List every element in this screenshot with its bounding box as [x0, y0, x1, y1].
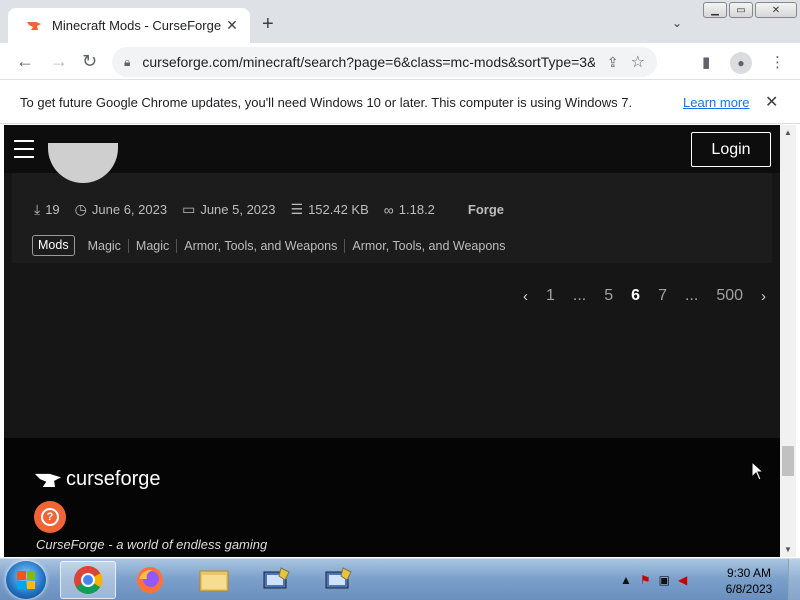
tag-item[interactable]: Magic [81, 238, 129, 253]
new-tab-button[interactable]: + [262, 14, 274, 34]
mod-meta-row: ⤓ 19 ◷ June 6, 2023 ▭ June 5, 2023 ☰ 152.42 … [34, 201, 504, 218]
learn-more-link[interactable]: Learn more [683, 95, 749, 110]
maximize-button[interactable]: ▭ [729, 2, 753, 18]
mod-card[interactable]: ⤓ 19 ◷ June 6, 2023 ▭ June 5, 2023 ☰ 152.42 … [12, 143, 772, 263]
site-header: Login [4, 125, 780, 173]
updated-date: June 6, 2023 [91, 202, 168, 217]
taskbar-firefox[interactable] [122, 561, 178, 599]
chrome-icon [74, 566, 103, 594]
show-desktop-button[interactable] [788, 559, 800, 600]
web-page: Login ⤓ 19 ◷ June 6, 2023 ▭ June 5, 2023 ☰ 1… [4, 125, 780, 557]
tag-item[interactable]: Armor, Tools, and Weapons [345, 239, 512, 253]
action-center-icon[interactable]: ⚑ [640, 573, 651, 587]
infobar-close-icon[interactable]: ✕ [765, 92, 778, 112]
site-footer: curseforge ? CurseForge - a world of end… [4, 438, 780, 557]
menu-kebab-icon[interactable]: ⋮ [770, 53, 785, 71]
footer-logo[interactable]: curseforge [34, 468, 161, 491]
page-link[interactable]: 7 [658, 287, 667, 305]
prev-page-icon[interactable]: ‹ [523, 288, 528, 305]
hamburger-menu-icon[interactable] [14, 140, 34, 158]
address-bar[interactable]: 🔒︎ curseforge.com/minecraft/search?page=… [112, 47, 657, 77]
volume-muted-icon[interactable]: ◀ [678, 573, 687, 587]
tab-strip: Minecraft Mods - CurseForge ✕ + ⌄ ▁ ▭ ✕ [0, 0, 800, 43]
windows-logo-icon [17, 571, 35, 589]
curseforge-anvil-icon [34, 473, 62, 487]
url-text[interactable]: curseforge.com/minecraft/search?page=6&c… [142, 54, 595, 70]
login-button[interactable]: Login [691, 132, 771, 167]
database-icon: ☰ [290, 201, 304, 217]
network-monitor-icon [325, 567, 352, 589]
tab-close-icon[interactable]: ✕ [224, 17, 240, 34]
network-icon[interactable]: ▣ [659, 573, 670, 587]
windows-taskbar: ▲ ⚑ ▣ ◀ 9:30 AM 6/8/2023 [0, 558, 800, 600]
browser-toolbar: ← → ↻ 🔒︎ curseforge.com/minecraft/search… [0, 43, 800, 80]
window-controls: ▁ ▭ ✕ [703, 2, 797, 18]
page-scrollbar[interactable]: ▲ ▼ [780, 125, 796, 557]
profile-avatar-icon[interactable]: ● [730, 52, 752, 74]
footer-brand: curseforge [66, 468, 161, 490]
help-button[interactable]: ? [34, 501, 66, 533]
side-panel-icon[interactable]: ▮ [702, 53, 710, 71]
taskbar-app-1[interactable] [248, 561, 304, 599]
question-icon: ? [41, 508, 59, 526]
scroll-down-icon[interactable]: ▼ [784, 545, 792, 554]
tab-title: Minecraft Mods - CurseForge [52, 18, 222, 33]
tray-expand-icon[interactable]: ▲ [620, 573, 632, 587]
footer-tagline: CurseForge - a world of endless gaming [36, 537, 268, 552]
folder-icon [199, 570, 229, 592]
mod-avatar [48, 143, 118, 183]
scroll-up-icon[interactable]: ▲ [784, 128, 792, 137]
page-link[interactable]: 5 [604, 287, 613, 305]
taskbar-explorer[interactable] [186, 561, 242, 599]
taskbar-chrome[interactable] [60, 561, 116, 599]
tab-search-icon[interactable]: ⌄ [672, 16, 682, 30]
minimize-button[interactable]: ▁ [703, 2, 727, 18]
tag-item[interactable]: Armor, Tools, and Weapons [177, 238, 346, 253]
clock-icon: ◷ [74, 201, 87, 217]
lock-icon[interactable]: 🔒︎ [124, 55, 130, 70]
system-clock[interactable]: 9:30 AM 6/8/2023 [714, 565, 784, 597]
share-icon[interactable]: ⇪ [607, 54, 619, 71]
page-ellipsis: ... [684, 287, 699, 304]
mouse-cursor-icon [751, 461, 765, 481]
calendar-icon: ▭ [182, 201, 196, 217]
window-close-button[interactable]: ✕ [755, 2, 797, 18]
download-icon: ⤓ [34, 201, 41, 217]
forward-arrow-icon[interactable]: → [50, 51, 68, 71]
gamepad-icon: ∞ [383, 201, 394, 218]
download-count: 19 [45, 202, 60, 217]
reload-icon[interactable]: ↻ [82, 51, 97, 71]
current-page: 6 [631, 287, 641, 304]
page-ellipsis: ... [572, 287, 587, 304]
system-tray: ▲ ⚑ ▣ ◀ [620, 573, 687, 587]
page-link[interactable]: 1 [546, 287, 555, 305]
created-date: June 5, 2023 [200, 202, 276, 217]
chrome-update-infobar: To get future Google Chrome updates, you… [0, 81, 800, 124]
tag-list: Mods Magic Magic Armor, Tools, and Weapo… [32, 235, 512, 256]
taskbar-app-2[interactable] [310, 561, 366, 599]
pagination: ‹ 1 ... 5 6 7 ... 500 › [514, 287, 775, 305]
network-monitor-icon [263, 567, 290, 589]
mod-loader: Forge [467, 202, 505, 217]
page-link[interactable]: 500 [716, 287, 743, 305]
curseforge-favicon-icon [27, 21, 41, 30]
game-version: 1.18.2 [398, 202, 435, 217]
infobar-message: To get future Google Chrome updates, you… [20, 95, 633, 110]
file-size: 152.42 KB [308, 202, 369, 217]
primary-tag[interactable]: Mods [32, 235, 75, 256]
firefox-icon [137, 567, 163, 593]
bookmark-star-icon[interactable]: ☆ [631, 52, 645, 72]
back-arrow-icon[interactable]: ← [16, 51, 34, 71]
tag-item[interactable]: Magic [129, 238, 178, 253]
start-button[interactable] [6, 561, 46, 599]
next-page-icon[interactable]: › [761, 288, 766, 305]
clock-date: 6/8/2023 [725, 582, 773, 596]
scrollbar-thumb[interactable] [782, 446, 794, 476]
clock-time: 9:30 AM [726, 566, 772, 580]
browser-tab-active[interactable]: Minecraft Mods - CurseForge ✕ [8, 8, 250, 43]
